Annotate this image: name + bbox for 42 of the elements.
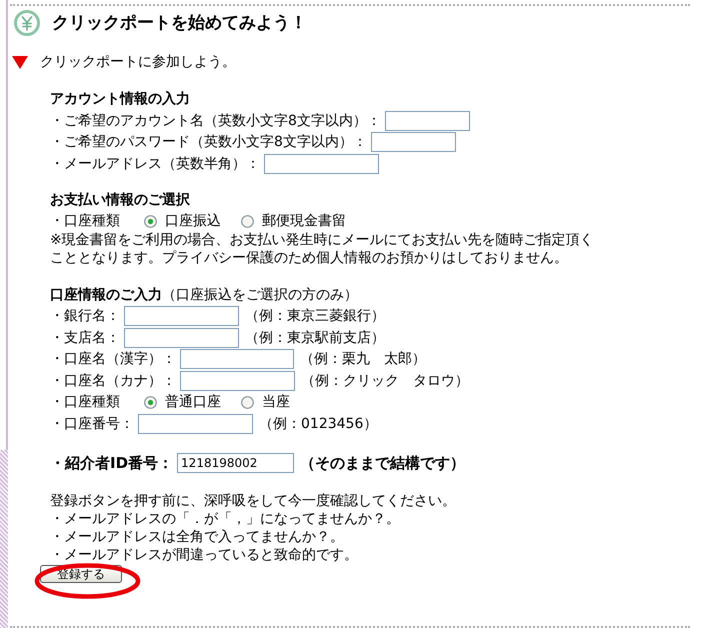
field-label: ・銀行名： — [50, 307, 120, 326]
referral-note: （そのままで結構です） — [300, 454, 466, 472]
field-label: ・口座名（カナ）： — [50, 372, 176, 390]
input-field[interactable] — [180, 370, 295, 391]
checklist-item: ・メールアドレスの「．が「，」になってませんか？。 — [50, 510, 400, 528]
referral-id-field[interactable]: 1218198002 — [177, 453, 294, 473]
field-label: ・支店名： — [50, 328, 120, 347]
field-label: ・口座番号： — [50, 414, 134, 433]
checklist-item: ・メールアドレスは全角で入ってませんか？。 — [50, 528, 344, 546]
field-label: ・口座名（漢字）： — [50, 350, 176, 368]
confirm-intro: 登録ボタンを押す前に、深呼吸をして今一度確認してください。 — [50, 492, 456, 510]
yen-coin-icon — [14, 10, 40, 36]
referral-label: ・紹介者ID番号： — [50, 454, 174, 472]
radio-option[interactable]: 普通口座 — [144, 393, 221, 412]
input-field[interactable] — [264, 154, 379, 174]
field-label: ・メールアドレス（英数半角）： — [50, 154, 260, 173]
radio-option[interactable]: 郵便現金書留 — [241, 212, 346, 230]
radio-option[interactable]: 当座 — [241, 393, 290, 412]
input-field[interactable] — [180, 349, 294, 370]
checklist-item: ・メールアドレスが間違っていると致命的です。 — [50, 546, 358, 564]
input-field[interactable] — [384, 110, 470, 131]
field-label: ・ご希望のパスワード（英数小文字8文字以内）： — [50, 133, 367, 152]
input-field[interactable] — [124, 328, 239, 348]
intro-text: クリックポートに参加しよう。 — [40, 53, 236, 71]
example-hint: （例：栗九 太郎） — [300, 350, 426, 368]
example-hint: （例：0123456） — [259, 414, 378, 433]
section-heading: お支払い情報のご選択 — [50, 190, 190, 210]
example-hint: （例：東京駅前支店） — [245, 328, 385, 347]
field-label: ・ご希望のアカウント名（英数小文字8文字以内）： — [50, 112, 381, 130]
page-title: クリックポートを始めてみよう！ — [52, 12, 307, 34]
section-heading: アカウント情報の入力 — [50, 90, 190, 109]
example-hint: （例：クリック タロウ） — [301, 372, 469, 390]
input-field[interactable] — [370, 132, 456, 152]
input-field[interactable] — [138, 414, 253, 434]
field-label: ・口座種類 — [50, 393, 120, 412]
input-field[interactable] — [124, 306, 239, 326]
example-hint: （例：東京三菱銀行） — [245, 307, 385, 326]
radio-option[interactable]: 口座振込 — [144, 212, 221, 230]
field-label: ・口座種類 — [50, 212, 120, 230]
section-heading: 口座情報のご入力（口座振込をご選択の方のみ） — [50, 286, 358, 304]
payment-note: ※現金書留をご利用の場合、お支払い発生時にメールにてお支払い先を随時ご指定頂くこととなります。プライバシー保護のため個人情報のお預かりはしておりません。 — [50, 232, 595, 267]
triangle-down-icon — [12, 56, 28, 68]
